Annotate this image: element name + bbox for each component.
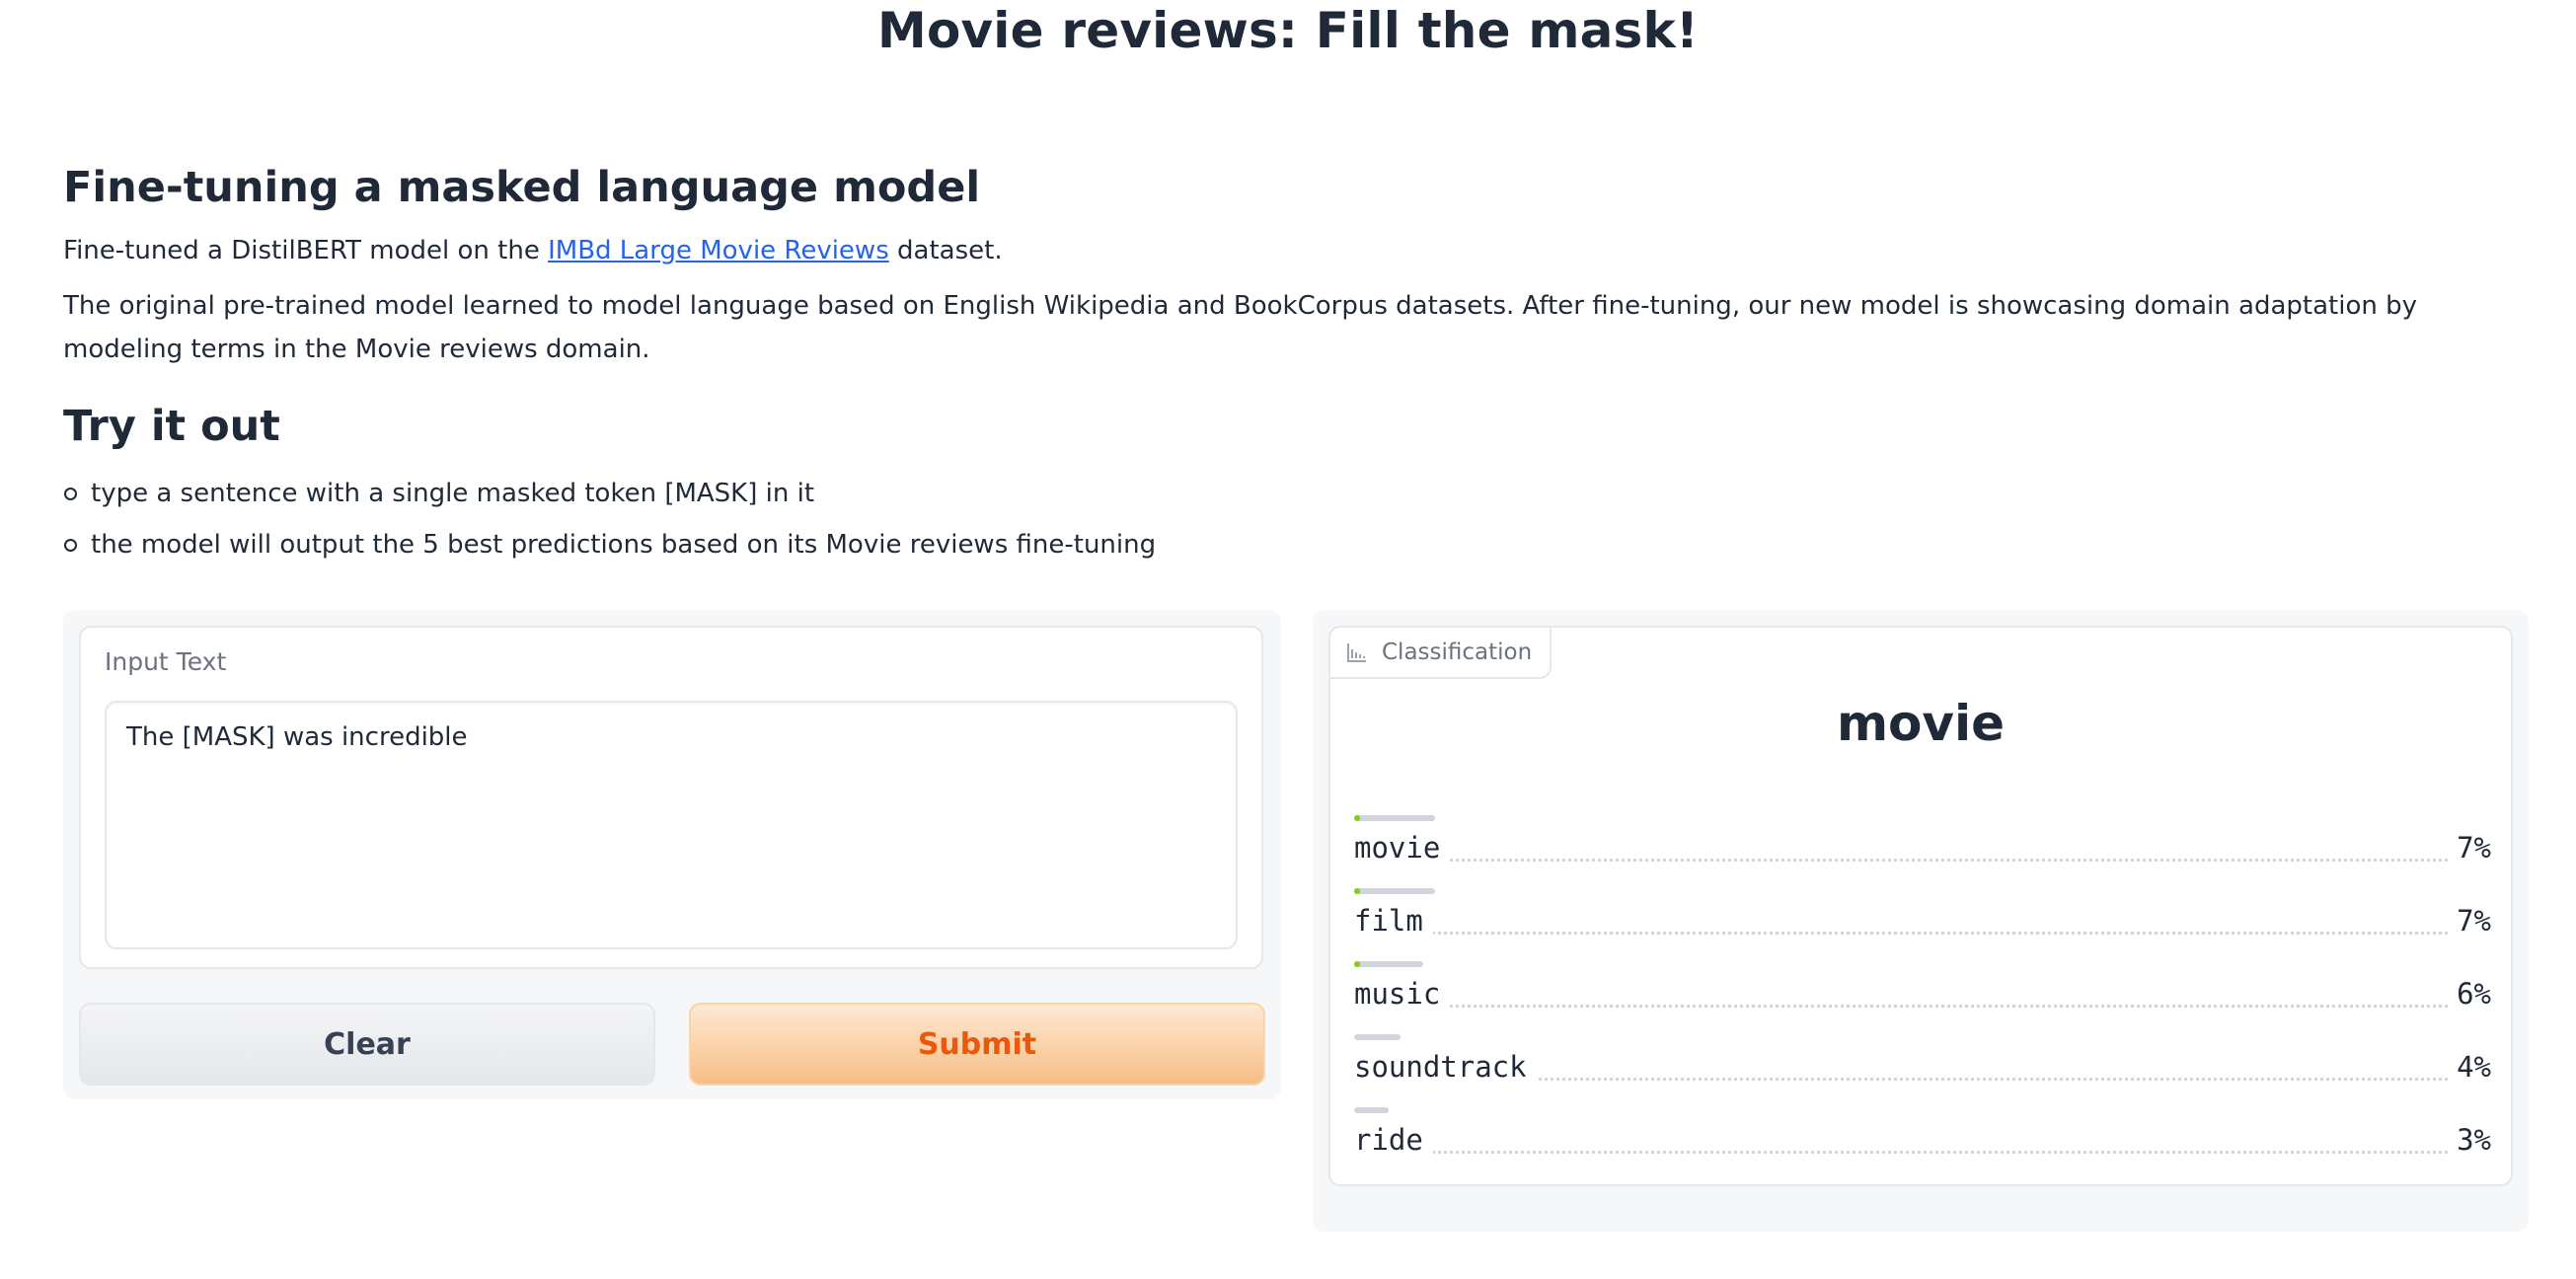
confidence-row: soundtrack 4% <box>1354 1034 2491 1107</box>
imdb-dataset-link[interactable]: IMBd Large Movie Reviews <box>548 236 889 265</box>
output-panel: Classification movie movie 7% film 7% mu… <box>1313 610 2529 1232</box>
confidence-bar <box>1354 1107 1389 1113</box>
classification-tab-label: Classification <box>1328 626 1553 679</box>
confidence-dots <box>1354 932 2491 935</box>
confidence-label: ride <box>1354 1123 1433 1157</box>
confidence-bar <box>1354 815 1435 821</box>
instructions-list: type a sentence with a single masked tok… <box>63 468 2521 570</box>
confidence-row: ride 3% <box>1354 1107 2491 1180</box>
confidence-label: music <box>1354 977 1451 1011</box>
input-text-block: Input Text The [MASK] was incredible <box>79 626 1263 969</box>
confidence-bar <box>1354 1034 1401 1040</box>
input-text-label: Input Text <box>105 647 227 676</box>
page-title: Movie reviews: Fill the mask! <box>877 2 1699 59</box>
confidence-bar <box>1354 961 1423 967</box>
description-paragraph-1: Fine-tuned a DistilBERT model on the IMB… <box>63 229 2521 272</box>
bullet-icon <box>64 488 77 500</box>
confidence-bar <box>1354 888 1435 894</box>
confidence-value: 7% <box>2449 904 2491 938</box>
input-textarea-value: The [MASK] was incredible <box>126 722 468 752</box>
list-item: type a sentence with a single masked tok… <box>64 468 2521 519</box>
list-item-text: the model will output the 5 best predict… <box>91 530 1157 560</box>
confidence-row: music 6% <box>1354 961 2491 1034</box>
confidence-bar-fill <box>1354 888 1360 894</box>
confidence-value: 6% <box>2449 977 2491 1011</box>
confidence-label: film <box>1354 904 1433 938</box>
list-item: the model will output the 5 best predict… <box>64 519 2521 570</box>
page: Movie reviews: Fill the mask! Fine-tunin… <box>0 0 2576 1279</box>
description: Fine-tuning a masked language model Fine… <box>63 158 2521 570</box>
confidence-value: 4% <box>2449 1050 2491 1084</box>
confidence-dots <box>1354 859 2491 862</box>
confidence-dots <box>1354 1005 2491 1008</box>
confidence-row: film 7% <box>1354 888 2491 961</box>
bullet-icon <box>64 539 77 552</box>
p1-text-before: Fine-tuned a DistilBERT model on the <box>63 236 549 265</box>
list-item-text: type a sentence with a single masked tok… <box>91 479 815 508</box>
classification-tab-text: Classification <box>1382 640 1533 665</box>
confidence-value: 7% <box>2449 831 2491 865</box>
bar-chart-icon <box>1346 641 1368 663</box>
confidence-label: soundtrack <box>1354 1050 1537 1084</box>
confidence-row: movie 7% <box>1354 815 2491 888</box>
p1-text-after: dataset. <box>888 236 1003 265</box>
clear-button[interactable]: Clear <box>79 1003 655 1086</box>
confidence-label: movie <box>1354 831 1451 865</box>
confidence-dots <box>1354 1151 2491 1154</box>
confidence-bar-fill <box>1354 961 1360 967</box>
confidence-value: 3% <box>2449 1123 2491 1157</box>
description-paragraph-2: The original pre-trained model learned t… <box>63 291 2417 364</box>
input-panel: Input Text The [MASK] was incredible Cle… <box>63 610 1281 1099</box>
classification-block: Classification movie movie 7% film 7% mu… <box>1328 626 2513 1186</box>
try-it-heading: Try it out <box>63 402 280 451</box>
input-textarea[interactable]: The [MASK] was incredible <box>105 701 1238 949</box>
submit-button[interactable]: Submit <box>689 1003 1265 1086</box>
description-heading: Fine-tuning a masked language model <box>63 163 981 212</box>
predicted-label: movie <box>1836 695 2006 752</box>
confidence-bar-fill <box>1354 815 1360 821</box>
